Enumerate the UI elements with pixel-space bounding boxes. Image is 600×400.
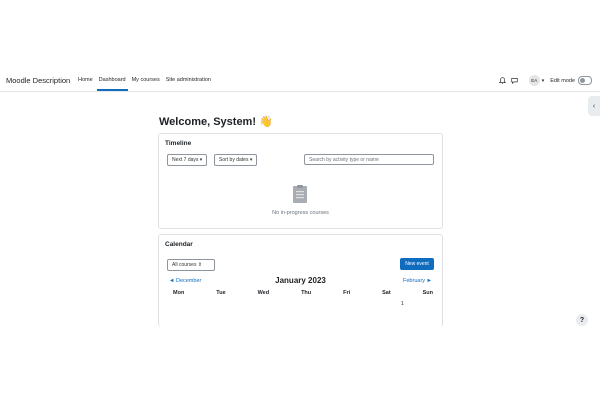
timeline-day-filter[interactable]: Next 7 days ▾ — [167, 154, 208, 166]
calendar-month-title: January 2023 — [275, 276, 326, 285]
weekday-label: Fri — [343, 290, 351, 296]
weekday-label: Tue — [216, 290, 226, 296]
timeline-search-input[interactable]: Search by activity type or name — [304, 154, 434, 165]
weekday-header: Mon Tue Wed Thu Fri Sat Sun — [173, 290, 433, 296]
nav-dashboard[interactable]: Dashboard — [96, 70, 128, 91]
timeline-block: Timeline Next 7 days ▾ Sort by dates ▾ S… — [158, 133, 443, 229]
timeline-empty-message: No in-progress courses — [272, 210, 329, 216]
nav-site-administration[interactable]: Site administration — [164, 70, 213, 91]
chevron-down-icon[interactable]: ▾ — [542, 78, 545, 84]
chevron-updown-icon: ⇕ — [197, 262, 203, 268]
calendar-block: Calendar All courses ⇕ New event ◄ Decem… — [158, 234, 443, 327]
top-navbar: Moodle Description Home Dashboard My cou… — [0, 70, 600, 92]
edit-mode-toggle[interactable] — [578, 76, 592, 85]
nav-my-courses[interactable]: My courses — [130, 70, 162, 91]
nav-home[interactable]: Home — [76, 70, 95, 91]
bell-icon[interactable] — [499, 77, 507, 85]
primary-navigation: Home Dashboard My courses Site administr… — [76, 70, 215, 91]
weekday-label: Sat — [382, 290, 391, 296]
timeline-title: Timeline — [165, 140, 192, 147]
toggle-knob — [580, 78, 585, 83]
timeline-sort-filter[interactable]: Sort by dates ▾ — [214, 154, 258, 166]
help-button[interactable]: ? — [576, 314, 588, 326]
calendar-title: Calendar — [165, 241, 193, 248]
weekday-label: Mon — [173, 290, 185, 296]
weekday-label: Sun — [422, 290, 433, 296]
avatar[interactable]: EA — [528, 75, 540, 86]
page-title: Welcome, System! 👋 — [159, 116, 273, 128]
day-filter-label: Next 7 days — [172, 157, 199, 163]
site-brand[interactable]: Moodle Description — [6, 76, 70, 85]
chevron-left-icon[interactable]: ‹ — [588, 96, 600, 116]
chat-icon[interactable] — [511, 77, 519, 85]
weekday-label: Wed — [257, 290, 270, 296]
sort-filter-label: Sort by dates — [219, 157, 249, 163]
course-filter-label: All courses — [172, 262, 197, 268]
calendar-day[interactable]: 1 — [401, 301, 404, 307]
chevron-down-icon: ▾ — [249, 157, 253, 163]
edit-mode-label: Edit mode — [550, 77, 575, 84]
weekday-label: Thu — [301, 290, 312, 296]
user-tools: EA ▾ Edit mode — [499, 70, 592, 91]
course-filter-select[interactable]: All courses ⇕ — [167, 259, 215, 271]
next-month-link[interactable]: February ► — [403, 278, 432, 284]
chevron-down-icon: ▾ — [199, 157, 203, 163]
clipboard-icon — [290, 184, 310, 204]
new-event-button[interactable]: New event — [400, 258, 434, 270]
